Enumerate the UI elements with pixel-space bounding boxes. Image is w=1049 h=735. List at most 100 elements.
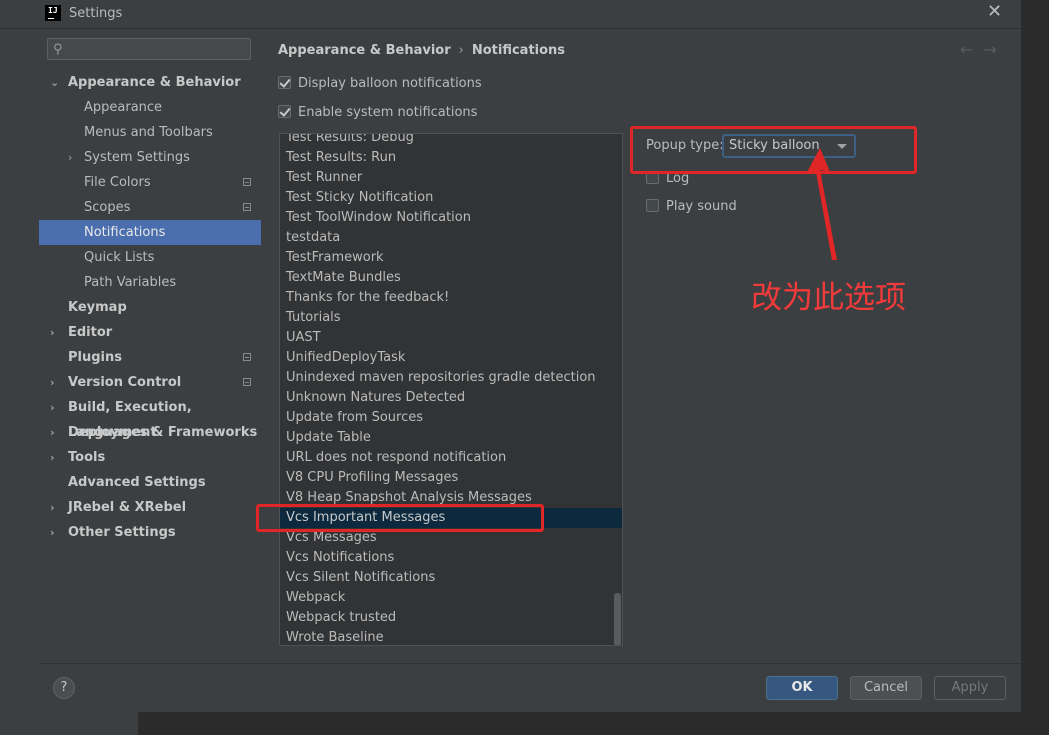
- breadcrumb-current: Notifications: [471, 43, 566, 58]
- sidebar-item-label: File Colors: [84, 175, 151, 190]
- notification-group-item[interactable]: Unknown Natures Detected: [280, 388, 610, 408]
- sidebar-item-editor[interactable]: › Editor: [39, 320, 261, 345]
- display-balloon-option[interactable]: Display balloon notifications: [278, 74, 482, 94]
- sidebar-item-label: Appearance & Behavior: [68, 75, 241, 90]
- close-icon[interactable]: ✕: [987, 2, 1002, 22]
- play-sound-checkbox[interactable]: [646, 199, 659, 212]
- sidebar-item-label: Tools: [68, 450, 106, 465]
- breadcrumb: Appearance & Behavior › Notifications: [278, 43, 565, 58]
- notification-group-item[interactable]: Test Runner: [280, 168, 610, 188]
- option-label: Enable system notifications: [298, 105, 478, 120]
- ok-button[interactable]: OK: [766, 676, 838, 700]
- sidebar-item-tools[interactable]: › Tools: [39, 445, 261, 470]
- chevron-down-icon[interactable]: ⌄: [50, 70, 59, 95]
- notification-group-item[interactable]: V8 CPU Profiling Messages: [280, 468, 610, 488]
- chevron-right-icon[interactable]: ›: [50, 395, 55, 420]
- settings-search[interactable]: ⚲: [47, 38, 251, 60]
- sidebar-item-label: Appearance: [84, 100, 163, 115]
- sidebar-item-menus-toolbars[interactable]: Menus and Toolbars: [39, 120, 261, 145]
- sidebar-item-plugins[interactable]: Plugins: [39, 345, 261, 370]
- annotation-highlight-popup: [630, 126, 917, 174]
- sidebar-item-jrebel-xrebel[interactable]: › JRebel & XRebel: [39, 495, 261, 520]
- apply-button[interactable]: Apply: [934, 676, 1006, 700]
- option-label: Display balloon notifications: [298, 76, 482, 91]
- chevron-right-icon[interactable]: ›: [50, 370, 55, 395]
- notification-groups-list[interactable]: Test Results: Debug Test Results: Run Test…: [279, 133, 623, 646]
- notification-group-item[interactable]: Test Sticky Notification: [280, 188, 610, 208]
- sidebar-item-label: Plugins: [68, 350, 122, 365]
- search-icon: ⚲: [53, 42, 63, 57]
- title-bar: IJ Settings ✕: [0, 0, 1021, 29]
- sidebar-item-quick-lists[interactable]: Quick Lists: [39, 245, 261, 270]
- notification-group-item[interactable]: Unindexed maven repositories gradle dete…: [280, 368, 610, 388]
- notification-group-item[interactable]: Tutorials: [280, 308, 610, 328]
- chevron-right-icon[interactable]: ›: [50, 420, 55, 445]
- forward-arrow-icon[interactable]: →: [983, 40, 996, 59]
- background-panel-left: [0, 711, 138, 735]
- annotation-arrow-icon: [806, 148, 837, 260]
- notification-group-item[interactable]: Webpack: [280, 588, 610, 608]
- annotation-highlight-list-item: [256, 504, 544, 532]
- sidebar-item-other-settings[interactable]: › Other Settings: [39, 520, 261, 545]
- list-scrollbar[interactable]: [614, 593, 621, 645]
- sidebar-item-path-variables[interactable]: Path Variables: [39, 270, 261, 295]
- sidebar-item-label: Notifications: [84, 225, 166, 240]
- sidebar-item-build-execution-deployment[interactable]: › Build, Execution, Deployment: [39, 395, 261, 440]
- help-button[interactable]: ?: [53, 677, 75, 699]
- sidebar-item-label: Editor: [68, 325, 113, 340]
- sidebar-item-system-settings[interactable]: › System Settings: [39, 145, 261, 170]
- notification-group-item[interactable]: Test ToolWindow Notification: [280, 208, 610, 228]
- option-label: Play sound: [666, 199, 737, 214]
- sidebar-item-version-control[interactable]: › Version Control: [39, 370, 261, 395]
- intellij-logo-icon: IJ: [45, 5, 61, 21]
- enable-system-checkbox[interactable]: [278, 105, 291, 118]
- notification-group-item[interactable]: testdata: [280, 228, 610, 248]
- chevron-right-icon[interactable]: ›: [50, 320, 55, 345]
- sidebar-item-label: Menus and Toolbars: [84, 125, 213, 140]
- sidebar-item-appearance[interactable]: Appearance: [39, 95, 261, 120]
- sidebar-item-file-colors[interactable]: File Colors: [39, 170, 261, 195]
- chevron-right-icon[interactable]: ›: [50, 520, 55, 545]
- sidebar-item-keymap[interactable]: Keymap: [39, 295, 261, 320]
- notification-group-item[interactable]: UAST: [280, 328, 610, 348]
- sidebar-item-label: Keymap: [68, 300, 127, 315]
- sidebar-item-notifications[interactable]: Notifications: [39, 220, 261, 245]
- project-level-icon: [243, 178, 251, 186]
- notification-group-item[interactable]: Webpack trusted: [280, 608, 610, 628]
- chevron-right-icon[interactable]: ›: [68, 145, 72, 170]
- background-panel-right: [1021, 0, 1049, 735]
- sidebar-item-label: Scopes: [84, 200, 131, 215]
- sidebar-item-advanced-settings[interactable]: Advanced Settings: [39, 470, 261, 495]
- sidebar-item-languages-frameworks[interactable]: › Languages & Frameworks: [39, 420, 261, 445]
- history-nav: ← →: [960, 40, 1007, 59]
- display-balloon-checkbox[interactable]: [278, 76, 291, 89]
- search-input[interactable]: [70, 40, 244, 60]
- notification-group-item[interactable]: UnifiedDeployTask: [280, 348, 610, 368]
- notification-group-item[interactable]: TextMate Bundles: [280, 268, 610, 288]
- cancel-button[interactable]: Cancel: [850, 676, 922, 700]
- play-sound-option[interactable]: Play sound: [646, 197, 737, 217]
- notification-group-item[interactable]: Test Results: Debug: [280, 134, 610, 148]
- notification-group-item[interactable]: Test Results: Run: [280, 148, 610, 168]
- notification-group-item[interactable]: Update Table: [280, 428, 610, 448]
- notification-group-item[interactable]: URL does not respond notification: [280, 448, 610, 468]
- annotation-text: 改为此选项: [751, 280, 906, 316]
- enable-system-option[interactable]: Enable system notifications: [278, 103, 477, 123]
- breadcrumb-parent[interactable]: Appearance & Behavior: [278, 43, 451, 58]
- project-level-icon: [243, 203, 251, 211]
- notification-group-item[interactable]: Vcs Silent Notifications: [280, 568, 610, 588]
- notification-group-item[interactable]: Wrote Baseline: [280, 628, 610, 645]
- project-level-icon: [243, 353, 251, 361]
- notification-group-item[interactable]: Thanks for the feedback!: [280, 288, 610, 308]
- sidebar-item-appearance-behavior[interactable]: ⌄ Appearance & Behavior: [39, 70, 261, 95]
- sidebar-item-label: Path Variables: [84, 275, 177, 290]
- notification-group-item[interactable]: TestFramework: [280, 248, 610, 268]
- notification-group-item[interactable]: Vcs Notifications: [280, 548, 610, 568]
- breadcrumb-separator: ›: [458, 43, 464, 58]
- window-title: Settings: [69, 6, 123, 21]
- chevron-right-icon[interactable]: ›: [50, 445, 55, 470]
- chevron-right-icon[interactable]: ›: [50, 495, 55, 520]
- sidebar-item-scopes[interactable]: Scopes: [39, 195, 261, 220]
- notification-group-item[interactable]: Update from Sources: [280, 408, 610, 428]
- back-arrow-icon[interactable]: ←: [960, 40, 973, 59]
